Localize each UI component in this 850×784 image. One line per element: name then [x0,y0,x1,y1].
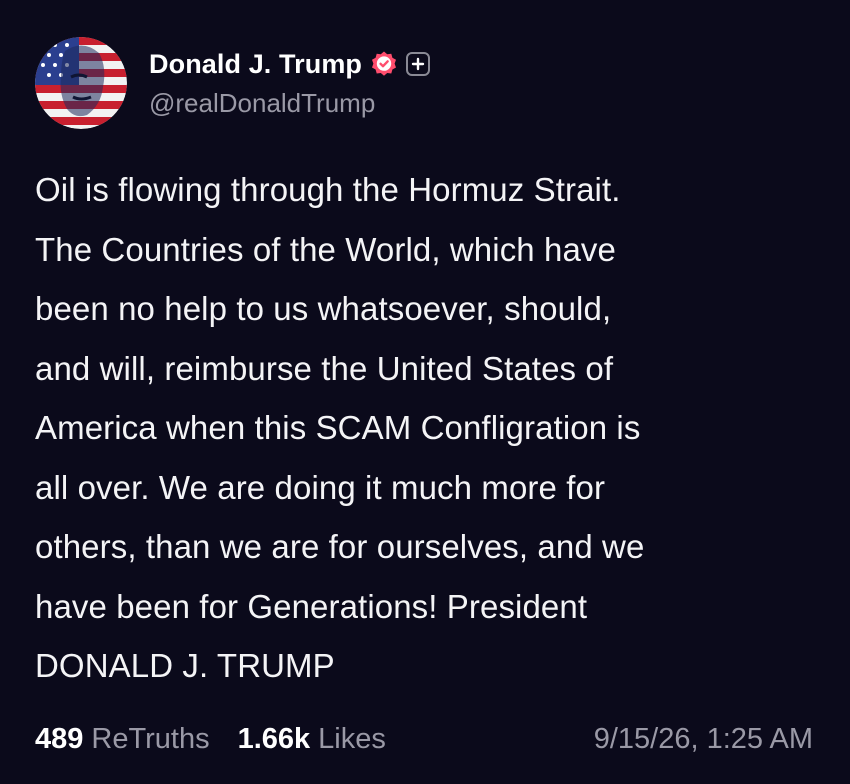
likes-count: 1.66k [237,722,311,755]
name-row: Donald J. Trump [149,44,431,84]
follow-button[interactable] [406,52,431,76]
retruths-stat[interactable]: 489 ReTruths [35,723,210,756]
author-handle[interactable]: @realDonaldTrump [149,88,430,119]
post-timestamp[interactable]: 9/15/26, 1:25 AM [594,723,813,756]
retruths-label: ReTruths [91,722,210,755]
truth-post: Donald J. Trump @realDonaldTrump Oil is … [0,0,850,784]
likes-label: Likes [318,722,386,755]
author-identity: Donald J. Trump @realDonaldTrump [149,44,431,119]
retruths-count: 489 [35,722,84,755]
avatar-image [35,36,127,129]
verified-badge-icon [370,50,398,78]
plus-icon [411,57,425,71]
post-header: Donald J. Trump @realDonaldTrump [35,35,431,130]
post-text: Oil is flowing through the Hormuz Strait… [35,171,645,684]
likes-stat[interactable]: 1.66k Likes [238,723,386,756]
author-display-name[interactable]: Donald J. Trump [149,49,362,80]
post-footer: 489 ReTruths 1.66k Likes 9/15/26, 1:25 A… [35,716,815,762]
avatar[interactable] [35,36,127,129]
